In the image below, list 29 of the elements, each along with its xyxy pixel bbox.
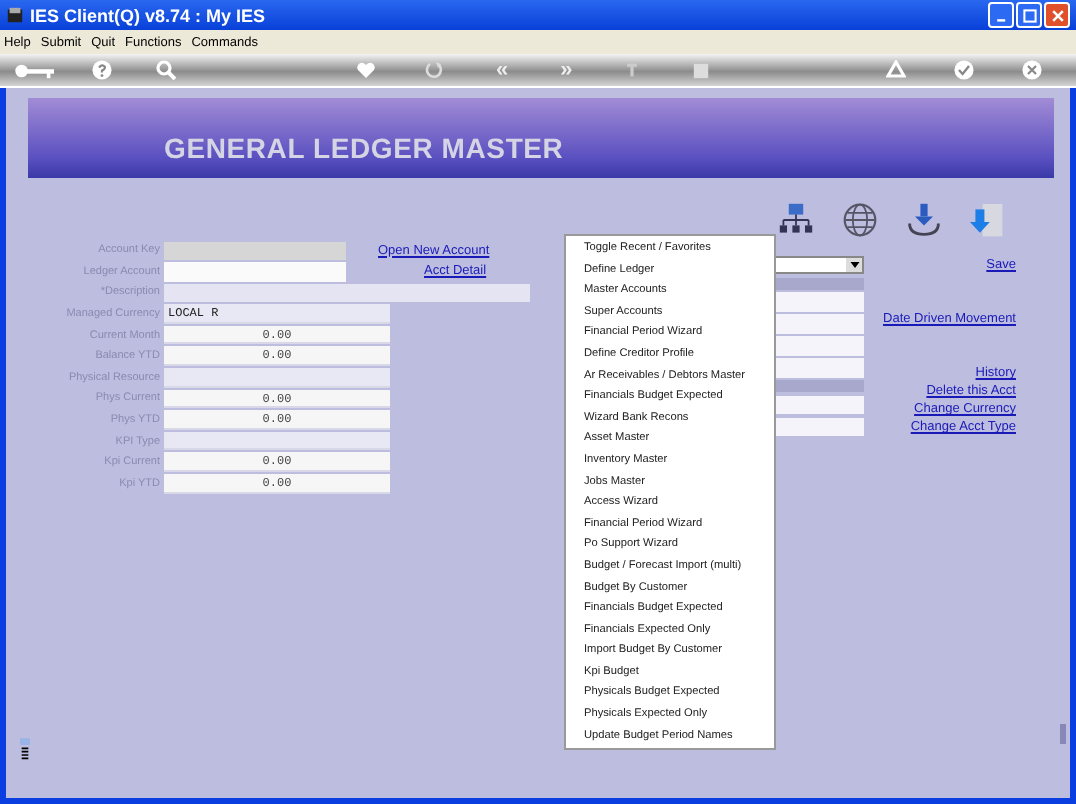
page-title: GENERAL LEDGER MASTER	[164, 132, 564, 164]
close-icon[interactable]	[1022, 60, 1043, 80]
window-title: IES Client(Q) v8.74 : My IES	[30, 5, 268, 25]
input-field[interactable]	[164, 262, 346, 282]
maximize-icon	[1021, 7, 1037, 23]
heart-icon[interactable]	[356, 60, 376, 80]
search-icon[interactable]	[156, 60, 176, 80]
scroll-thumb[interactable]	[1060, 724, 1066, 744]
input-field[interactable]	[164, 241, 346, 261]
input-field[interactable]	[164, 368, 390, 388]
refresh-icon[interactable]	[424, 60, 444, 80]
org-chart-icon[interactable]	[778, 202, 814, 238]
help-icon[interactable]	[92, 60, 112, 80]
input-field[interactable]	[164, 283, 530, 303]
dropdown-button[interactable]	[846, 258, 862, 272]
pin-icon[interactable]	[624, 60, 641, 80]
note-icon	[20, 738, 30, 762]
globe-icon[interactable]	[842, 202, 878, 238]
stop-icon[interactable]	[692, 61, 711, 79]
check-icon[interactable]	[954, 60, 975, 80]
key-icon[interactable]	[12, 61, 60, 79]
document-download-icon[interactable]	[970, 202, 1006, 242]
minimize-button[interactable]	[988, 2, 1014, 28]
download-icon[interactable]	[906, 202, 942, 238]
input-field[interactable]	[164, 431, 390, 451]
close-icon	[1049, 7, 1065, 23]
maximize-button[interactable]	[1016, 2, 1042, 28]
app-icon	[6, 6, 24, 24]
close-button[interactable]	[1044, 2, 1070, 28]
